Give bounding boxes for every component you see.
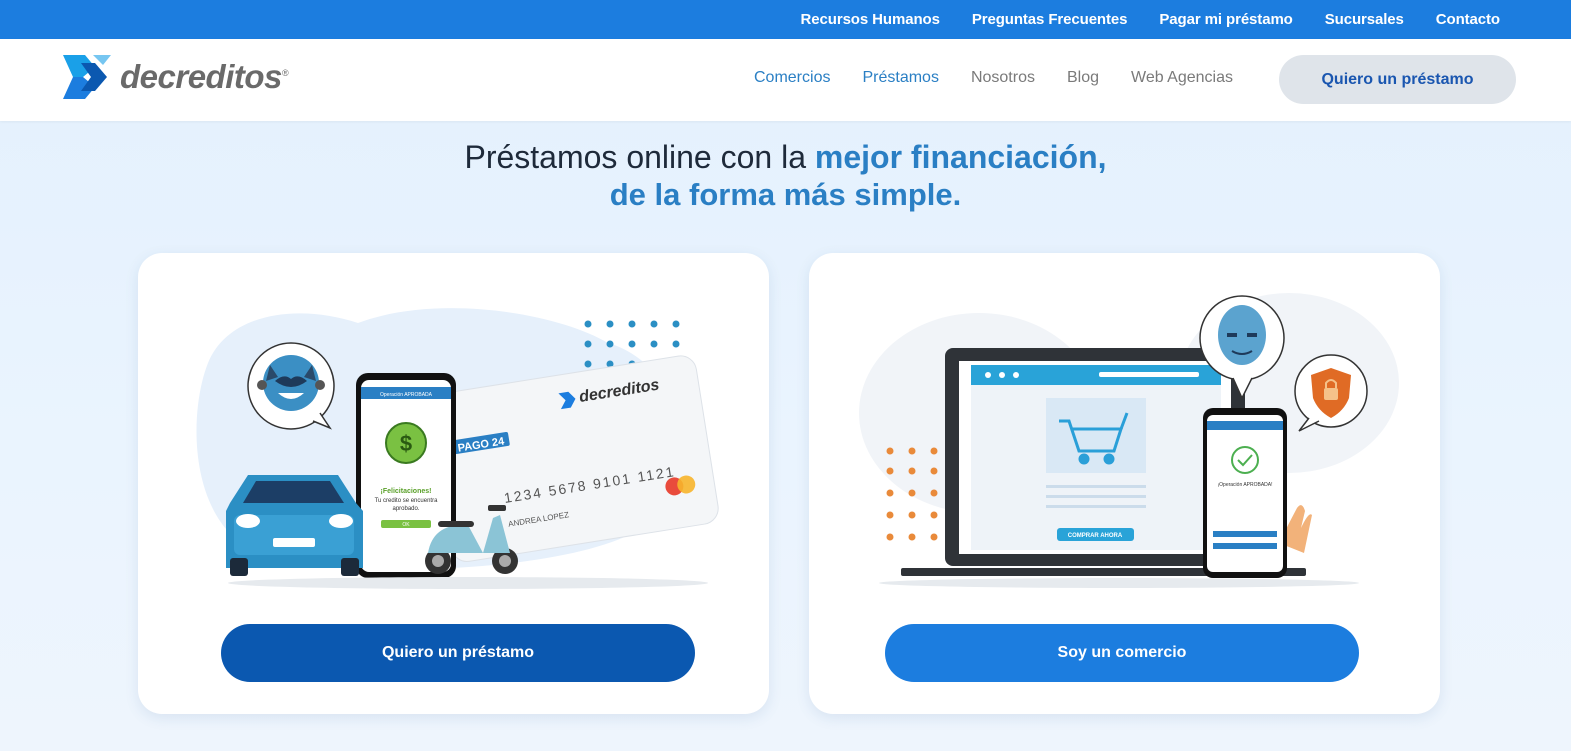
- svg-text:¡Felicitaciones!: ¡Felicitaciones!: [381, 488, 432, 495]
- nav-item-nosotros[interactable]: Nosotros: [971, 69, 1035, 87]
- hero-title-line2: de la forma más simple.: [609, 177, 962, 212]
- svg-text:aprobado.: aprobado.: [392, 506, 419, 512]
- header-loan-cta-button[interactable]: Quiero un préstamo: [1279, 55, 1516, 104]
- merchant-phone-graphic: ¡Operación APROBADA!: [1203, 408, 1287, 578]
- nav-item-prestamos[interactable]: Préstamos: [862, 69, 938, 87]
- merchant-card: COMPRAR AHORA ¡Operación APROBADA! Soy u…: [809, 253, 1440, 714]
- svg-text:$: $: [400, 431, 412, 456]
- car-graphic: [226, 475, 363, 576]
- nav-item-comercios[interactable]: Comercios: [754, 69, 830, 87]
- link-preguntas-frecuentes[interactable]: Preguntas Frecuentes: [972, 11, 1128, 28]
- loan-illustration: decreditos PAGO 24 1234 5678 9101 1121 A…: [196, 308, 719, 589]
- hero-title-line1: Préstamos online con la mejor financiaci…: [464, 139, 1107, 175]
- nav-item-blog[interactable]: Blog: [1067, 69, 1099, 87]
- loan-card: decreditos PAGO 24 1234 5678 9101 1121 A…: [138, 253, 769, 714]
- top-utility-bar: Recursos Humanos Preguntas Frecuentes Pa…: [0, 0, 1571, 39]
- merchant-cta-button[interactable]: Soy un comercio: [885, 624, 1359, 682]
- link-pagar-prestamo[interactable]: Pagar mi préstamo: [1159, 11, 1292, 28]
- svg-text:Operación APROBADA: Operación APROBADA: [380, 392, 433, 398]
- logo-mark-icon: [63, 55, 111, 99]
- robot-bubble-icon: [247, 342, 335, 430]
- hero-heading: Préstamos online con la mejor financiaci…: [0, 138, 1571, 214]
- logo-text: decreditos®: [120, 58, 289, 95]
- link-recursos-humanos[interactable]: Recursos Humanos: [801, 11, 940, 28]
- site-logo[interactable]: decreditos®: [63, 55, 289, 99]
- svg-text:OK: OK: [402, 522, 410, 528]
- main-header: decreditos® Comercios Préstamos Nosotros…: [0, 39, 1571, 121]
- svg-text:COMPRAR AHORA: COMPRAR AHORA: [1068, 533, 1123, 539]
- merchant-illustration: COMPRAR AHORA ¡Operación APROBADA!: [859, 293, 1399, 588]
- utility-links: Recursos Humanos Preguntas Frecuentes Pa…: [769, 0, 1501, 39]
- loan-cta-button[interactable]: Quiero un préstamo: [221, 624, 695, 682]
- main-navigation: Comercios Préstamos Nosotros Blog Web Ag…: [754, 39, 1265, 117]
- link-sucursales[interactable]: Sucursales: [1325, 11, 1404, 28]
- svg-text:Tu credito se encuentra: Tu credito se encuentra: [375, 498, 438, 504]
- link-contacto[interactable]: Contacto: [1436, 11, 1500, 28]
- nav-item-web-agencias[interactable]: Web Agencias: [1131, 69, 1233, 87]
- svg-text:¡Operación APROBADA!: ¡Operación APROBADA!: [1217, 482, 1272, 488]
